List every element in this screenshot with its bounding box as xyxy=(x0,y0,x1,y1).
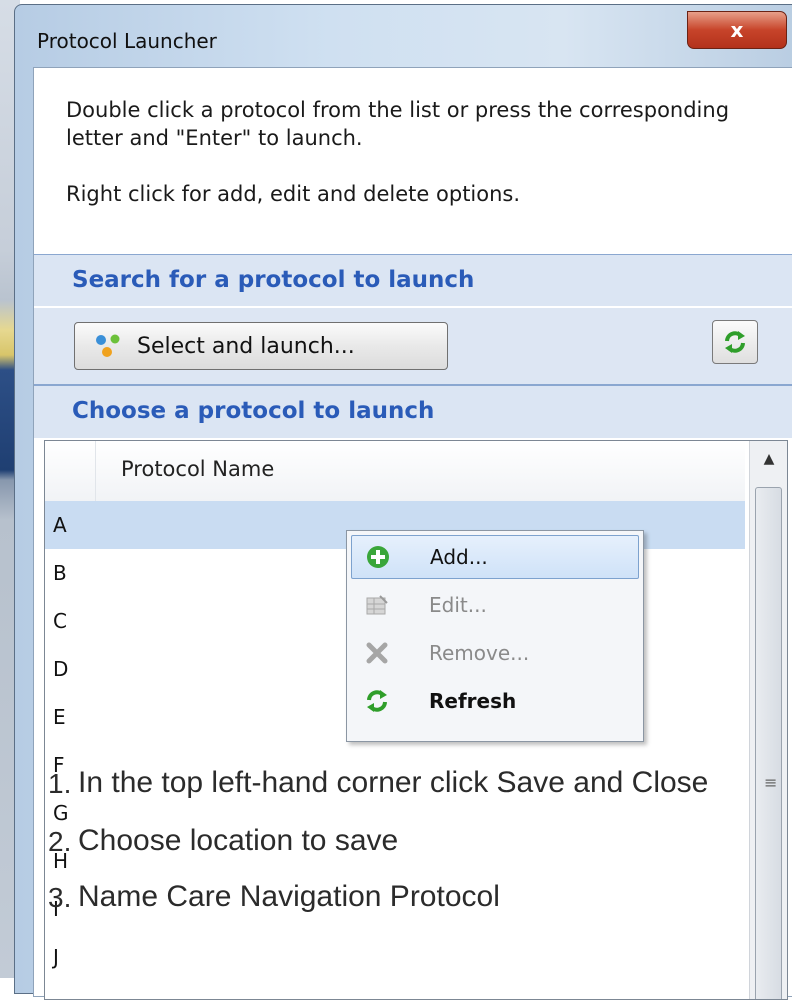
add-icon xyxy=(367,546,389,568)
caption-step-2: Choose location to save xyxy=(78,824,399,857)
menu-item-add[interactable]: Add... xyxy=(351,535,639,579)
caption-number: 1. xyxy=(48,768,72,799)
scroll-thumb[interactable]: ≡ xyxy=(755,487,782,999)
caption-step-3: Name Care Navigation Protocol xyxy=(78,880,500,913)
remove-icon xyxy=(366,642,388,664)
search-section-header: Search for a protocol to launch xyxy=(34,254,792,306)
scroll-up-arrow-icon[interactable]: ▲ xyxy=(750,441,787,477)
protocol-tree-icon xyxy=(96,334,120,357)
select-and-launch-label: Select and launch... xyxy=(137,333,355,359)
instruction-right-click: Right click for add, edit and delete opt… xyxy=(66,182,521,206)
search-area: Select and launch... xyxy=(34,308,792,386)
context-menu: Add... Edit... Remove... Refresh xyxy=(346,530,644,742)
menu-item-label: Refresh xyxy=(429,689,517,713)
close-icon: x xyxy=(730,18,744,42)
menu-item-label: Add... xyxy=(430,545,488,569)
menu-item-edit[interactable]: Edit... xyxy=(351,583,639,627)
caption-step-1: In the top left-hand corner click Save a… xyxy=(78,766,709,799)
vertical-scrollbar[interactable]: ▲ ≡ xyxy=(749,441,787,999)
refresh-icon xyxy=(725,331,745,353)
menu-item-label: Edit... xyxy=(429,593,487,617)
grid-header: Protocol Name xyxy=(45,441,745,502)
menu-item-remove[interactable]: Remove... xyxy=(351,631,639,675)
window-title: Protocol Launcher xyxy=(37,29,217,53)
column-header-protocol-name[interactable]: Protocol Name xyxy=(121,457,274,481)
select-and-launch-button[interactable]: Select and launch... xyxy=(74,322,448,370)
menu-item-refresh[interactable]: Refresh xyxy=(351,679,639,723)
caption-number: 2. xyxy=(48,826,72,857)
instructions: Double click a protocol from the list or… xyxy=(66,96,766,208)
choose-section-header: Choose a protocol to launch xyxy=(34,386,792,438)
refresh-icon xyxy=(367,690,387,712)
caption-number: 3. xyxy=(48,882,72,913)
grip-icon: ≡ xyxy=(764,773,778,792)
close-button[interactable]: x xyxy=(687,11,787,49)
menu-item-label: Remove... xyxy=(429,641,530,665)
table-row[interactable]: J xyxy=(45,933,745,981)
edit-icon xyxy=(366,595,388,615)
refresh-list-button[interactable] xyxy=(712,320,758,364)
instruction-launch: Double click a protocol from the list or… xyxy=(66,98,730,150)
